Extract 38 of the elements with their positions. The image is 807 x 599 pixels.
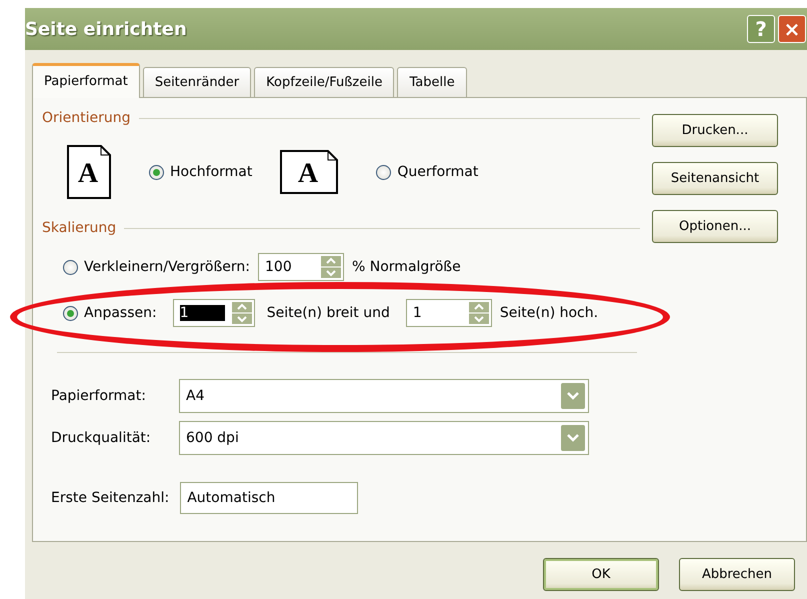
- close-button[interactable]: ×: [778, 15, 806, 43]
- spin-field[interactable]: 1: [406, 299, 492, 327]
- spin-arrows-icon[interactable]: [232, 302, 252, 324]
- radio-button[interactable]: [149, 164, 164, 180]
- field-label: Druckqualität:: [51, 430, 152, 446]
- unit-label: % Normalgröße: [352, 259, 461, 275]
- spin-field[interactable]: 100: [258, 253, 344, 281]
- radio-label: Verkleinern/Vergrößern:: [84, 259, 250, 275]
- tab[interactable]: Papierformat: [32, 63, 140, 98]
- radio-label: Querformat: [397, 164, 478, 180]
- radio-label: Hochformat: [170, 164, 252, 180]
- side-button[interactable]: Seitenansicht: [652, 162, 778, 195]
- group-label: Skalierung: [42, 220, 116, 236]
- field-label: Erste Seitenzahl:: [51, 490, 170, 506]
- tab[interactable]: Seitenränder: [142, 67, 252, 97]
- side-button[interactable]: Drucken...: [652, 114, 778, 147]
- radio-button[interactable]: [376, 164, 392, 180]
- spin-arrows-icon[interactable]: [321, 256, 341, 278]
- portrait-page-icon: A: [67, 145, 111, 199]
- side-button[interactable]: Optionen...: [652, 210, 778, 243]
- radio-button[interactable]: [63, 306, 78, 320]
- unit-label: Seite(n) breit und: [266, 305, 390, 321]
- tab[interactable]: Tabelle: [397, 67, 467, 97]
- dropdown-field[interactable]: A4: [179, 379, 589, 413]
- dialog-button[interactable]: Abbrechen: [679, 558, 795, 591]
- radio-label: Anpassen:: [84, 305, 157, 321]
- tab[interactable]: Kopfzeile/Fußzeile: [254, 67, 394, 97]
- text-field[interactable]: Automatisch: [180, 482, 358, 514]
- window-title: Seite einrichten: [25, 18, 187, 40]
- unit-label: Seite(n) hoch.: [500, 305, 598, 321]
- landscape-page-icon: A: [280, 150, 338, 194]
- dialog-button[interactable]: OK: [543, 558, 659, 591]
- spin-arrows-icon[interactable]: [468, 302, 489, 324]
- radio-button[interactable]: [63, 260, 78, 274]
- group-label: Orientierung: [42, 110, 131, 126]
- dropdown-field[interactable]: 600 dpi: [179, 421, 589, 455]
- field-label: Papierformat:: [51, 388, 147, 404]
- spin-field[interactable]: 1: [172, 299, 255, 327]
